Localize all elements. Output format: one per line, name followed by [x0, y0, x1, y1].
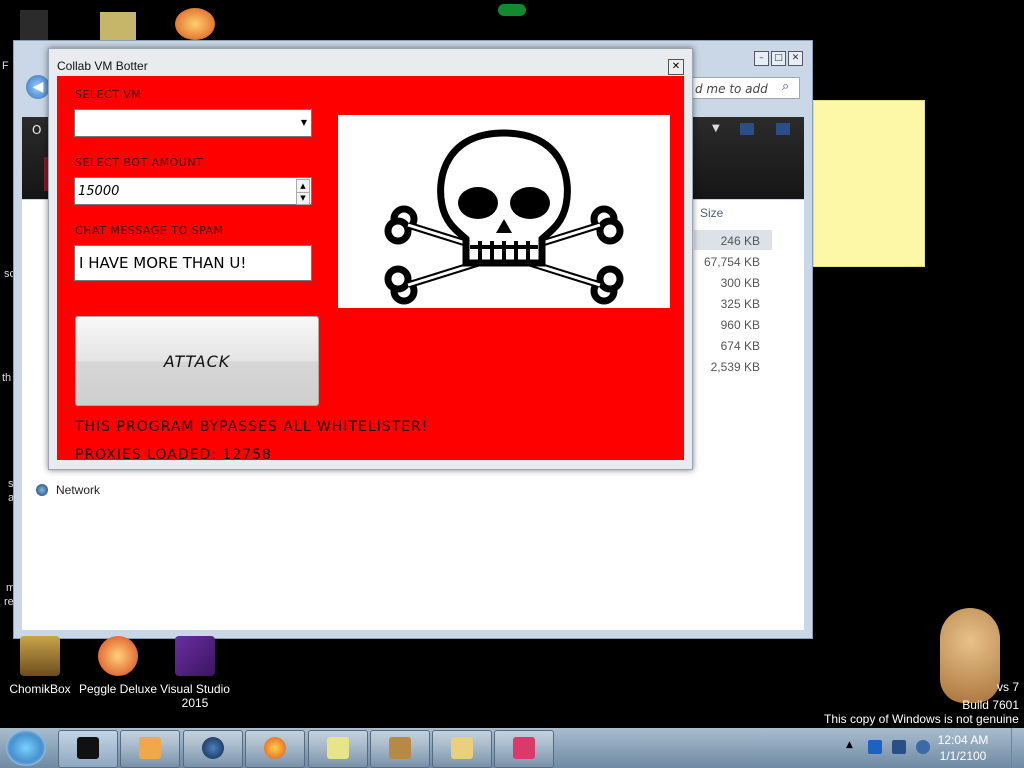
network-nav-item[interactable]: Network — [56, 483, 100, 497]
back-button[interactable]: ◀ — [26, 75, 50, 99]
paint-icon — [513, 737, 535, 759]
stepper-down-icon[interactable]: ▼ — [296, 192, 310, 205]
sticky-notes-icon — [327, 737, 349, 759]
windows-build-watermark: vs 7 Build 7601 — [962, 678, 1019, 714]
attack-button[interactable]: ATTACK — [75, 316, 319, 406]
taskbar: ▲ 12:04 AM 1/1/2100 — [0, 728, 1024, 768]
close-button[interactable]: ✕ — [788, 51, 803, 66]
select-vm-label: SELECT VM — [75, 88, 142, 101]
botter-window[interactable]: Collab VM Botter ✕ SELECT VM ▼ SELECT BO… — [48, 48, 693, 470]
desktop-text-fragment: th — [2, 372, 12, 384]
desktop-icon-fragment — [175, 8, 215, 40]
column-header-size[interactable]: Size — [700, 206, 723, 220]
desktop-icon-label: ChomikBox — [9, 682, 71, 696]
desktop-icon-peggle[interactable]: Peggle Deluxe — [78, 636, 158, 696]
start-button[interactable] — [6, 730, 46, 766]
sticky-note[interactable] — [813, 100, 925, 267]
minimize-button[interactable]: – — [754, 51, 769, 66]
select-vm-dropdown[interactable]: ▼ — [74, 109, 312, 137]
chat-message-value: I HAVE MORE THAN U! — [79, 254, 247, 272]
tray-icon-network[interactable] — [892, 740, 906, 754]
bot-amount-label: SELECT BOT AMOUNT — [75, 156, 204, 169]
toolbar-label: O — [32, 123, 42, 137]
chat-message-label: CHAT MESSAGE TO SPAM — [75, 224, 224, 237]
bot-amount-value: 15000 — [78, 184, 120, 199]
folder-icon — [451, 737, 473, 759]
chat-message-input[interactable]: I HAVE MORE THAN U! — [74, 245, 312, 281]
taskbar-btn-media[interactable] — [120, 730, 180, 768]
chevron-down-icon[interactable]: ▼ — [301, 118, 307, 127]
taskbar-btn-sticky[interactable] — [308, 730, 368, 768]
tray-icon-security[interactable] — [868, 740, 882, 754]
search-icon[interactable]: ⌕ — [782, 79, 789, 94]
maximize-button[interactable]: □ — [771, 51, 786, 66]
botter-client-area: SELECT VM ▼ SELECT BOT AMOUNT 15000 ▲ ▼ … — [57, 76, 684, 463]
not-genuine-notice: This copy of Windows is not genuine — [824, 712, 1019, 726]
desktop-text-fragment: F — [2, 60, 9, 72]
skull-and-crossbones-icon — [384, 129, 624, 305]
taskbar-btn-chomikbox[interactable] — [370, 730, 430, 768]
globe-icon — [202, 737, 224, 759]
top-gadget — [498, 4, 526, 16]
bypass-notice: THIS PROGRAM BYPASSES ALL WHITELISTER! — [75, 419, 429, 435]
desktop-icon-chomikbox[interactable]: ChomikBox — [0, 636, 80, 696]
window-title: Collab VM Botter — [57, 59, 148, 73]
clock-time: 12:04 AM — [937, 733, 989, 747]
chomikbox-icon — [20, 636, 60, 676]
firefox-icon — [264, 737, 286, 759]
show-desktop-button[interactable] — [1011, 728, 1024, 768]
taskbar-btn-explorer[interactable] — [432, 730, 492, 768]
preview-pane-icon[interactable] — [776, 123, 790, 135]
peggle-icon — [98, 636, 138, 676]
show-hidden-icons[interactable]: ▲ — [846, 740, 853, 750]
desktop-icon-fragment — [100, 12, 136, 40]
chomikbox-icon — [389, 737, 411, 759]
network-icon[interactable] — [36, 484, 48, 496]
close-button[interactable]: ✕ — [668, 59, 684, 75]
desktop-icon-label: Visual Studio 2015 — [160, 682, 230, 710]
taskbar-btn-paint[interactable] — [494, 730, 554, 768]
visual-studio-icon — [175, 636, 215, 676]
watermark-line: vs 7 — [996, 680, 1019, 694]
taskbar-btn-cmd[interactable] — [58, 730, 118, 768]
proxies-loaded: PROXIES LOADED: 12758 — [75, 447, 272, 463]
cmd-icon — [77, 737, 99, 759]
skull-image — [338, 115, 670, 308]
chevron-down-icon[interactable]: ▼ — [712, 123, 720, 134]
desktop-icon-visual-studio[interactable]: Visual Studio 2015 — [155, 636, 235, 710]
clock-date: 1/1/2100 — [939, 749, 987, 763]
stepper-up-icon[interactable]: ▲ — [296, 179, 310, 193]
media-player-icon — [139, 737, 161, 759]
taskbar-btn-firefox[interactable] — [245, 730, 305, 768]
view-icon[interactable] — [740, 123, 754, 135]
bot-amount-stepper[interactable]: 15000 ▲ ▼ — [74, 177, 312, 205]
desktop-icon-fragment — [20, 10, 48, 40]
taskbar-btn-globe[interactable] — [183, 730, 243, 768]
desktop-icon-label: Peggle Deluxe — [78, 682, 158, 696]
taskbar-clock[interactable]: 12:04 AM 1/1/2100 — [928, 732, 998, 764]
